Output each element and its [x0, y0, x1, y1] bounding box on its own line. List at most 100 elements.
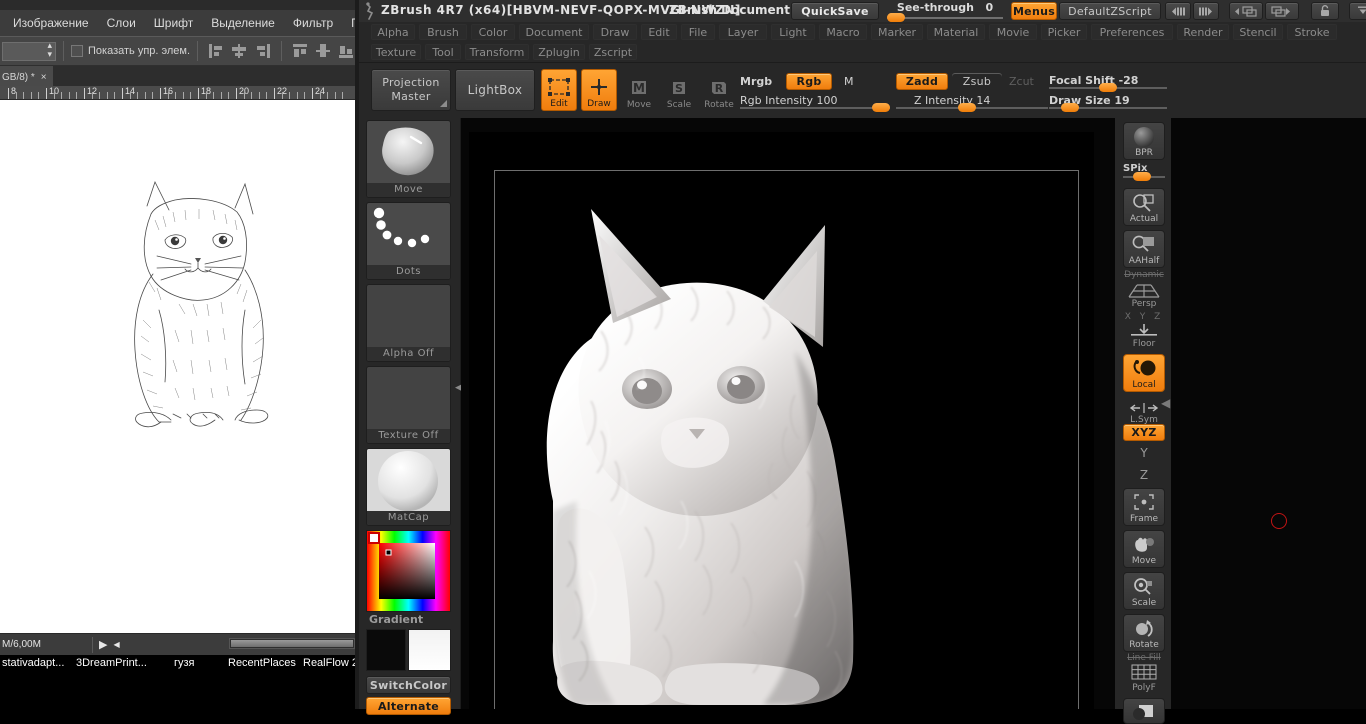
slider-knob[interactable] — [1133, 172, 1151, 181]
menu-render[interactable]: Render — [1177, 24, 1229, 40]
menu-item-image[interactable]: Изображение — [4, 14, 98, 32]
menu-item-filter[interactable]: Фильтр — [284, 14, 342, 32]
zscript-next-button[interactable] — [1193, 2, 1219, 20]
taskbar-item-1[interactable]: 3DreamPrint... — [76, 657, 147, 669]
local-button[interactable]: Local — [1123, 354, 1165, 392]
photoshop-canvas[interactable] — [0, 100, 359, 633]
zscript-prev-button[interactable] — [1165, 2, 1191, 20]
material-thumbnail[interactable]: MatCap White01 — [366, 448, 451, 526]
menu-macro[interactable]: Macro — [819, 24, 867, 40]
menu-color[interactable]: Color — [471, 24, 515, 40]
move-mode-button[interactable]: M Move — [621, 69, 657, 111]
secondary-color-swatch[interactable] — [408, 629, 451, 671]
menu-item-select[interactable]: Выделение — [202, 14, 284, 32]
minimize-button[interactable] — [1349, 2, 1366, 20]
taskbar-item-3[interactable]: RecentPlaces — [228, 657, 296, 669]
lock-button[interactable] — [1311, 2, 1339, 20]
rotate-mode-button[interactable]: R Rotate — [701, 69, 737, 111]
lightbox-button[interactable]: LightBox — [455, 69, 535, 111]
menus-button[interactable]: Menus — [1011, 2, 1057, 20]
menu-zscript[interactable]: Zscript — [589, 44, 637, 60]
scale-view-button[interactable]: Scale — [1123, 572, 1165, 610]
taskbar-item-4[interactable]: RealFlow 20 — [303, 657, 359, 669]
menu-item-layers[interactable]: Слои — [98, 14, 145, 32]
menu-file[interactable]: File — [681, 24, 715, 40]
zcut-button[interactable]: Zcut — [1009, 75, 1034, 88]
z-intensity-slider[interactable]: Z Intensity 14 — [896, 94, 1048, 112]
align-center-horizontal-icon[interactable] — [232, 44, 247, 58]
options-combo[interactable]: ▴ ▾ — [2, 41, 56, 61]
floor-button[interactable]: Floor — [1123, 320, 1165, 350]
draw-mode-button[interactable]: Draw — [581, 69, 617, 111]
color-picker[interactable]: Gradient — [366, 530, 451, 626]
menu-draw[interactable]: Draw — [593, 24, 637, 40]
spix-slider[interactable]: SPix — [1123, 163, 1165, 181]
close-icon[interactable]: × — [41, 72, 47, 83]
stroke-thumbnail[interactable]: Dots — [366, 202, 451, 280]
slider-knob[interactable] — [958, 103, 976, 112]
see-through-slider[interactable]: See-through 0 — [887, 0, 1003, 22]
zscript-button[interactable]: DefaultZScript — [1059, 2, 1161, 20]
projection-master-button[interactable]: Projection Master — [371, 69, 451, 111]
horizontal-scrollbar[interactable] — [229, 638, 355, 649]
texture-thumbnail[interactable]: Texture Off — [366, 366, 451, 444]
menu-alpha[interactable]: Alpha — [371, 24, 415, 40]
primary-color-swatch[interactable] — [366, 629, 406, 671]
alternate-button[interactable]: Alternate — [366, 697, 451, 715]
slider-knob[interactable] — [1061, 103, 1079, 112]
zsub-button[interactable]: Zsub — [952, 73, 1002, 90]
menu-picker[interactable]: Picker — [1041, 24, 1087, 40]
slider-knob[interactable] — [887, 13, 905, 22]
menu-texture[interactable]: Texture — [371, 44, 421, 60]
align-top-icon[interactable] — [293, 44, 308, 58]
align-bottom-icon[interactable] — [339, 44, 354, 58]
menu-material[interactable]: Material — [927, 24, 985, 40]
bpr-button[interactable]: BPR — [1123, 122, 1165, 160]
alpha-thumbnail[interactable]: Alpha Off — [366, 284, 451, 362]
focal-shift-slider[interactable]: Focal Shift -28 — [1049, 74, 1167, 92]
next-subtool-button[interactable] — [1265, 2, 1299, 20]
prev-subtool-button[interactable] — [1229, 2, 1263, 20]
edit-mode-button[interactable]: Edit — [541, 69, 577, 111]
y-symmetry-button[interactable]: Y — [1123, 446, 1165, 460]
document-frame[interactable] — [494, 170, 1079, 709]
rgb-intensity-slider[interactable]: Rgb Intensity 100 — [740, 94, 890, 112]
aahalf-button[interactable]: AAHalf — [1123, 230, 1165, 268]
menu-stencil[interactable]: Stencil — [1233, 24, 1283, 40]
frame-button[interactable]: Frame — [1123, 488, 1165, 526]
menu-document[interactable]: Document — [519, 24, 589, 40]
align-right-icon[interactable] — [255, 44, 271, 58]
taskbar-item-0[interactable]: stativadapt... — [2, 657, 64, 669]
rgb-button[interactable]: Rgb — [786, 73, 832, 90]
play-icon[interactable]: ▶ — [93, 638, 113, 651]
menu-light[interactable]: Light — [771, 24, 815, 40]
menu-stroke[interactable]: Stroke — [1287, 24, 1337, 40]
persp-button[interactable]: Persp — [1123, 278, 1165, 310]
shelf-collapse-handle[interactable]: ◀ — [1161, 368, 1170, 438]
draw-size-slider[interactable]: Draw Size 19 — [1049, 94, 1167, 112]
zbrush-canvas[interactable] — [461, 118, 1366, 709]
quicksave-button[interactable]: QuickSave — [791, 2, 879, 20]
xyz-symmetry-button[interactable]: XYZ — [1123, 424, 1165, 441]
menu-movie[interactable]: Movie — [989, 24, 1037, 40]
menu-tool[interactable]: Tool — [425, 44, 461, 60]
lsym-button[interactable]: L.Sym — [1123, 396, 1165, 426]
menu-preferences[interactable]: Preferences — [1091, 24, 1173, 40]
actual-button[interactable]: Actual — [1123, 188, 1165, 226]
polyframe-button[interactable]: PolyF — [1123, 660, 1165, 694]
align-middle-icon[interactable] — [316, 44, 331, 58]
photoshop-menubar[interactable]: Изображение Слои Шрифт Выделение Фильтр … — [0, 10, 359, 36]
resize-left-icon[interactable]: ◀ — [113, 640, 119, 649]
show-controls-checkbox[interactable] — [71, 45, 83, 57]
move-view-button[interactable]: Move — [1123, 530, 1165, 568]
menu-item-type[interactable]: Шрифт — [145, 14, 202, 32]
mrgb-button[interactable]: Mrgb — [740, 75, 772, 88]
scale-mode-button[interactable]: S Scale — [661, 69, 697, 111]
transparent-button[interactable] — [1123, 698, 1165, 724]
zadd-button[interactable]: Zadd — [896, 73, 948, 90]
brush-thumbnail[interactable]: Move — [366, 120, 451, 198]
menu-transform[interactable]: Transform — [465, 44, 529, 60]
menu-zplugin[interactable]: Zplugin — [533, 44, 585, 60]
rotate-view-button[interactable]: Rotate — [1123, 614, 1165, 652]
slider-knob[interactable] — [872, 103, 890, 112]
